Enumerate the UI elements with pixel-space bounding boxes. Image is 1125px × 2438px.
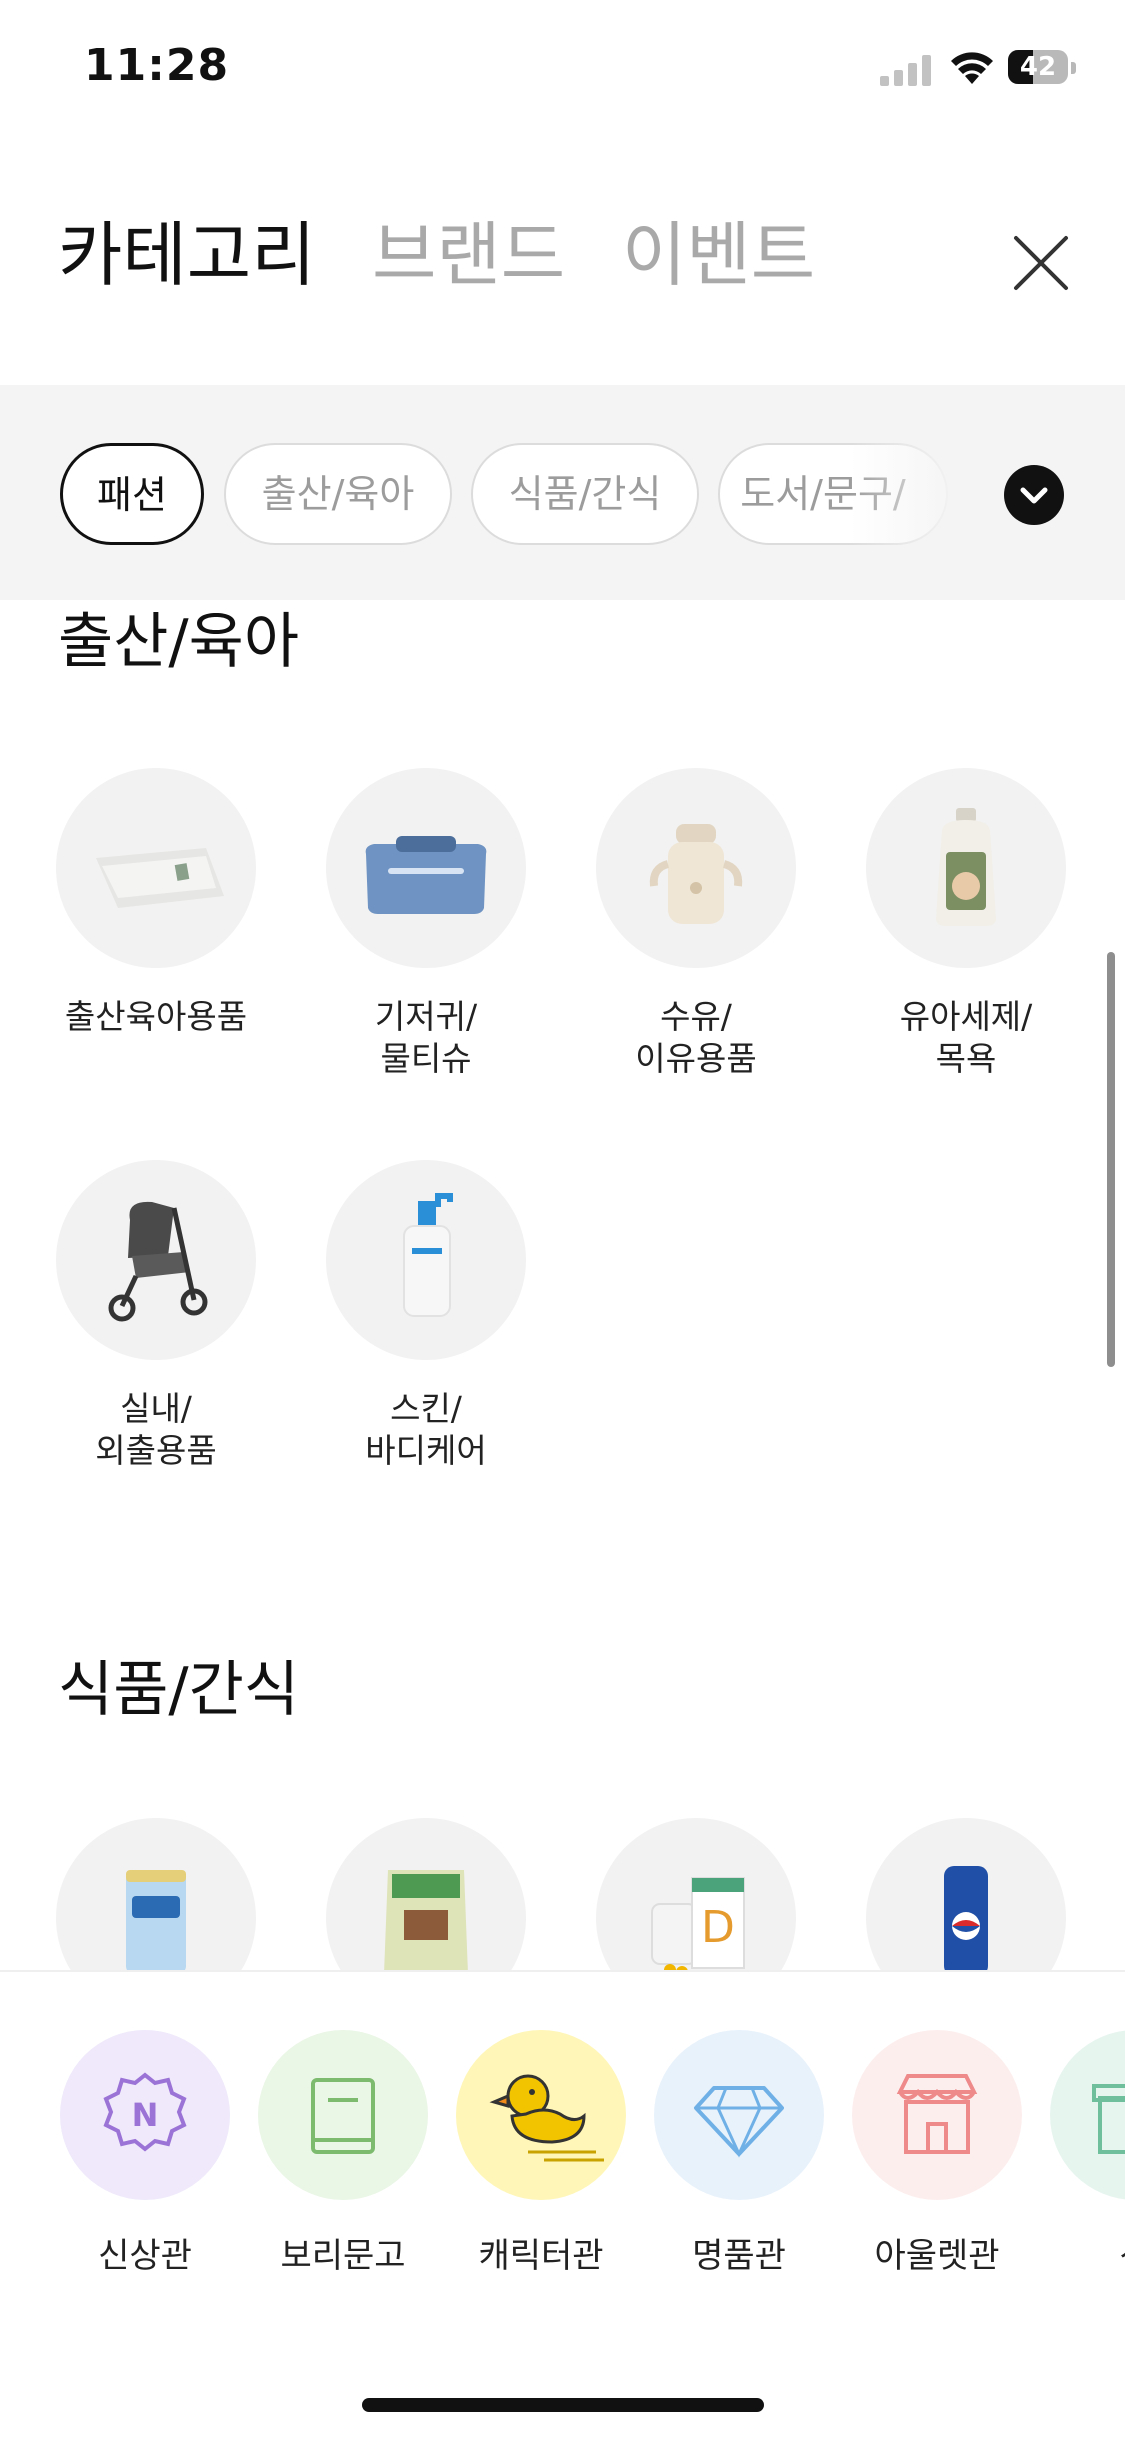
- tab-brand[interactable]: 브랜드: [372, 210, 565, 300]
- stroller-image: [108, 1201, 208, 1322]
- chip-baby[interactable]: 출산/육아: [224, 443, 452, 545]
- baby-bottle-image: [649, 824, 743, 924]
- tab-event[interactable]: 이벤트: [622, 210, 815, 300]
- status-bar: 11:28 42: [0, 0, 1125, 130]
- dock-bori-books[interactable]: 보리문고: [258, 2030, 428, 2277]
- dock-label: 캐릭터관: [478, 2236, 604, 2276]
- dock-gift[interactable]: 선: [1050, 2030, 1125, 2277]
- category-label: 출산육아용품: [64, 997, 248, 1036]
- category-label: 기저귀/ 물티슈: [374, 997, 478, 1078]
- category-label: 스킨/ 바디케어: [365, 1389, 487, 1470]
- wifi-icon: [951, 52, 993, 84]
- chevron-down-icon: [1020, 487, 1048, 504]
- gift-icon: [1092, 2084, 1125, 2154]
- dock-label: 명품관: [692, 2236, 786, 2276]
- section-title-baby: 출산/육아: [58, 607, 300, 677]
- expand-categories-button[interactable]: [1004, 465, 1064, 525]
- category-indoor-outdoor[interactable]: 실내/ 외출용품: [36, 1160, 276, 1472]
- top-tabs: 카테고리 브랜드 이벤트: [0, 200, 1125, 310]
- new-badge-icon: N: [103, 2072, 187, 2152]
- dock-character[interactable]: 캐릭터관: [456, 2030, 626, 2277]
- dock-new-arrivals[interactable]: N 신상관: [60, 2030, 230, 2277]
- battery-icon: 42: [1008, 48, 1076, 88]
- diamond-icon: [694, 2086, 784, 2158]
- wipes-image: [365, 836, 487, 914]
- home-indicator[interactable]: [362, 2398, 764, 2412]
- category-label: 유아세제/ 목욕: [899, 997, 1033, 1078]
- scroll-indicator[interactable]: [1107, 952, 1115, 1367]
- close-icon[interactable]: [1010, 232, 1072, 294]
- dock-luxury[interactable]: 명품관: [654, 2030, 824, 2277]
- chip-food[interactable]: 식품/간식: [471, 443, 699, 545]
- svg-text:N: N: [132, 2096, 159, 2134]
- book-icon: [311, 2078, 375, 2154]
- dock-label: 선: [1050, 2228, 1125, 2277]
- category-label: 수유/ 이유용품: [635, 997, 757, 1078]
- dock-outlet[interactable]: 아울렛관: [852, 2030, 1022, 2277]
- battery-level: 42: [1019, 52, 1057, 82]
- category-feeding[interactable]: 수유/ 이유용품: [576, 768, 816, 1080]
- category-chip-bar: 패션 출산/육아 식품/간식 도서/문구/: [0, 385, 1125, 600]
- detergent-bottle-image: [936, 808, 996, 926]
- lotion-bottle-image: [403, 1193, 453, 1317]
- category-baby-detergent[interactable]: 유아세제/ 목욕: [846, 768, 1086, 1080]
- dock-label: 보리문고: [280, 2236, 406, 2276]
- dock-label: 신상관: [98, 2236, 192, 2276]
- tab-category[interactable]: 카테고리: [58, 210, 316, 300]
- svg-text:D: D: [701, 1902, 735, 1953]
- category-label: 실내/ 외출용품: [95, 1389, 217, 1470]
- category-skin-body[interactable]: 스킨/ 바디케어: [306, 1160, 546, 1472]
- dock-label: 아울렛관: [874, 2236, 1000, 2276]
- bottom-shortcut-dock: N 신상관 보리문고 캐릭터관 명품관 아울렛관: [0, 1970, 1125, 2438]
- category-baby-supplies[interactable]: 출산육아용품: [36, 768, 276, 1038]
- baby-supplies-image: [96, 848, 224, 908]
- status-time: 11:28: [84, 40, 230, 91]
- section-title-food: 식품/간식: [58, 1655, 300, 1725]
- cellular-signal-icon: [880, 55, 931, 86]
- chip-fashion[interactable]: 패션: [60, 443, 204, 545]
- category-diapers-wipes[interactable]: 기저귀/ 물티슈: [306, 768, 546, 1080]
- store-icon: [896, 2074, 978, 2154]
- duck-icon: [489, 2074, 604, 2162]
